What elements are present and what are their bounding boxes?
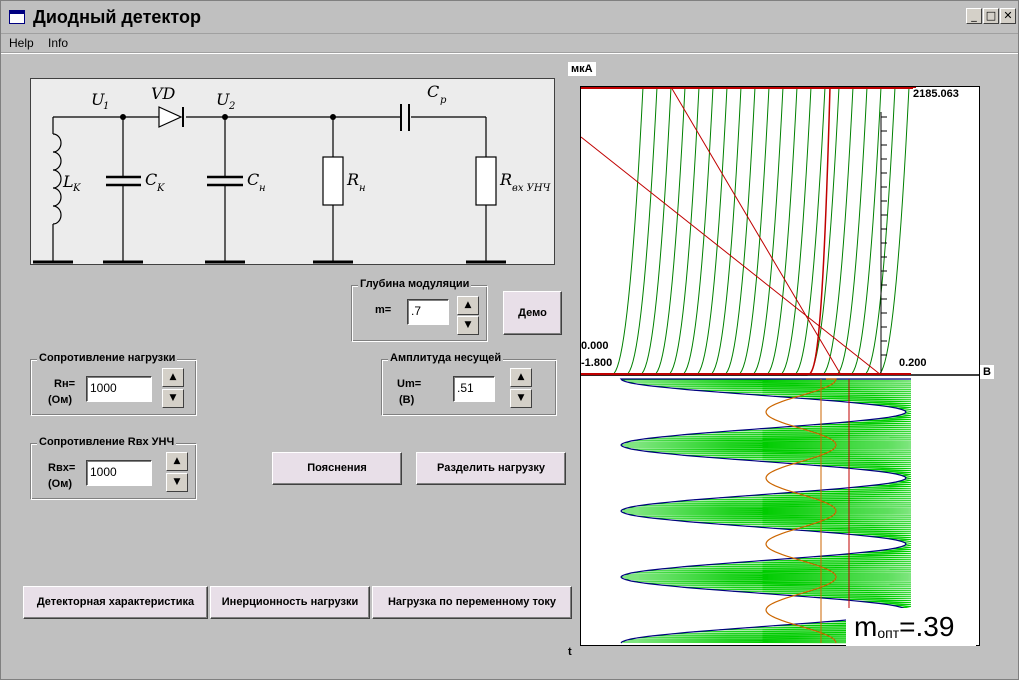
load-resistance-label: Rн= [54,378,76,390]
label-u1-sub: 1 [103,101,109,112]
input-resistance-down-button[interactable]: ▼ [166,473,188,492]
carrier-amplitude-title: Амплитуда несущей [388,352,504,364]
label-ck-sub: K [156,183,165,194]
window-title: Диодный детектор [33,7,201,27]
label-cp: C [427,82,439,101]
load-line [670,87,842,376]
label-rn: R [346,170,359,189]
ac-load-button[interactable]: Нагрузка по переменному току [372,586,572,619]
menu-bar: Help Info [1,35,1018,53]
modulation-down-button[interactable]: ▼ [457,316,479,335]
input-resistance-title: Сопротивление Rвх УНЧ [37,436,177,448]
input-resistance-group: Сопротивление Rвх УНЧ Rвх= (Ом) 1000 ▲ ▼ [30,436,197,500]
app-icon [9,10,25,24]
label-ck: C [145,170,157,189]
carrier-amplitude-input[interactable]: .51 [453,376,495,402]
load-resistance-up-button[interactable]: ▲ [162,368,184,387]
x-max-label: 0.200 [899,357,927,369]
label-u2-sub: 2 [228,101,235,112]
minimize-button[interactable]: _ [966,8,982,24]
modulation-label: m= [375,304,392,316]
input-resistance-unit: (Ом) [48,478,73,490]
modulation-input[interactable]: .7 [407,299,449,325]
carrier-amplitude-down-button[interactable]: ▼ [510,389,532,408]
carrier-amplitude-group: Амплитуда несущей Um= (В) .51 ▲ ▼ [381,352,557,416]
load-resistance-group: Сопротивление нагрузки Rн= (Ом) 1000 ▲ ▼ [30,352,197,416]
detector-characteristic-button[interactable]: Детекторная характеристика [23,586,208,619]
label-lk: L [62,172,74,191]
x-unit-label: В [980,365,994,379]
m-opt-prefix: m [854,611,878,642]
m-opt-sub: опт [877,625,900,641]
x-min-label: -1.800 [581,357,613,369]
close-button[interactable]: ✕ [1000,8,1016,24]
load-inertia-button[interactable]: Инерционность нагрузки [210,586,370,619]
title-bar: Диодный детектор _ □ ✕ [1,1,1018,34]
carrier-amplitude-label: Um= [397,378,422,390]
demo-button[interactable]: Демо [503,291,562,335]
explain-button[interactable]: Пояснения [272,452,402,485]
label-lk-sub: K [72,183,81,194]
label-rvx-sub: вх УНЧ [512,183,551,194]
load-resistance-unit: (Ом) [48,394,73,406]
modulation-group: Глубина модуляции m= .7 ▲ ▼ [351,278,488,342]
y-max-label: 2185.063 [913,88,959,100]
label-rn-sub: н [359,183,366,194]
m-opt-value: =.39 [899,611,955,642]
y-min-label: 0.000 [581,340,609,352]
label-cp-sub: p [440,95,447,106]
menu-info[interactable]: Info [48,36,68,50]
modulation-title: Глубина модуляции [358,278,472,290]
load-resistance-down-button[interactable]: ▼ [162,389,184,408]
label-rvx: R [499,170,512,189]
label-u2: U [216,90,230,109]
label-vd: VD [151,84,176,103]
menu-help[interactable]: Help [9,36,34,50]
label-cn: C [247,170,259,189]
carrier-wave [620,378,912,644]
carrier-amplitude-unit: (В) [399,394,415,406]
carrier-amplitude-up-button[interactable]: ▲ [510,368,532,387]
circuit-schematic: U 1 VD U 2 C p L K C K C н R н R вх УНЧ [33,82,551,264]
load-line [581,136,882,376]
modulation-up-button[interactable]: ▲ [457,296,479,315]
input-resistance-input[interactable]: 1000 [86,460,152,486]
split-load-button[interactable]: Разделить нагрузку [416,452,566,485]
load-resistance-input[interactable]: 1000 [86,376,152,402]
m-opt-display: mопт=.39 [846,608,976,646]
load-resistance-title: Сопротивление нагрузки [37,352,178,364]
input-resistance-up-button[interactable]: ▲ [166,452,188,471]
input-resistance-label: Rвх= [48,462,76,474]
main-window: Диодный детектор _ □ ✕ Help Info U 1 VD … [0,0,1019,680]
y-unit-label: мкА [568,62,596,76]
circuit-diagram: U 1 VD U 2 C p L K C K C н R н R вх УНЧ [30,78,555,265]
label-cn-sub: н [259,183,266,194]
t-axis-label: t [568,646,572,658]
separator [1,53,1018,54]
maximize-button[interactable]: □ [983,8,999,24]
